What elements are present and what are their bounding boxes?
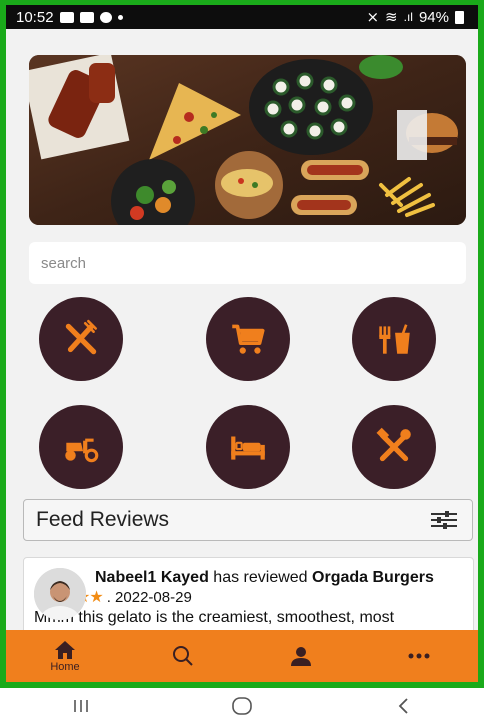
nav-profile-button[interactable] — [261, 630, 341, 682]
recent-apps-button[interactable] — [51, 691, 111, 721]
nav-home-label: Home — [50, 660, 80, 673]
link-icon — [59, 11, 74, 23]
bottom-navigation: Home — [6, 630, 478, 682]
home-circle-icon — [232, 697, 252, 715]
recents-icon — [73, 700, 88, 712]
review-meta: ★★★★★ . 2022-08-29 — [36, 587, 463, 607]
category-services-button[interactable] — [352, 405, 436, 489]
review-heading: Nabeel1 Kayed has reviewed Orgada Burger… — [95, 568, 463, 587]
category-hotels-button[interactable] — [206, 405, 290, 489]
signal-icon: .ıl — [403, 10, 413, 24]
nav-home-button[interactable]: Home — [25, 630, 105, 682]
filter-button[interactable] — [428, 508, 460, 532]
scooter-icon — [65, 438, 99, 463]
battery-icon — [455, 10, 464, 24]
battery-percent: 94% — [418, 8, 449, 26]
category-restaurants-button[interactable] — [39, 297, 123, 381]
reviewer-name[interactable]: Nabeel1 Kayed — [95, 569, 209, 586]
sliders-icon — [431, 511, 457, 529]
more-icon — [408, 653, 430, 659]
food-drink-icon — [379, 324, 410, 354]
review-action-text: has reviewed — [213, 569, 308, 586]
nav-search-button[interactable] — [143, 630, 223, 682]
bed-icon — [231, 436, 265, 460]
status-bar: 10:52 ⨯ ≋ .ıl 94% — [6, 5, 478, 29]
tools-icon — [376, 427, 411, 462]
reviewed-place[interactable]: Orgada Burgers — [312, 569, 434, 586]
app-frame: 10:52 ⨯ ≋ .ıl 94% search Feed Reviews Na… — [0, 0, 484, 688]
back-icon — [399, 698, 408, 714]
cart-icon — [232, 324, 265, 354]
wifi-icon: ≋ — [385, 9, 398, 26]
search-input[interactable] — [29, 242, 466, 284]
app-notification-icon — [99, 11, 112, 23]
status-time: 10:52 — [16, 8, 54, 26]
category-food-drinks-button[interactable] — [352, 297, 436, 381]
review-text: Mmm this gelato is the creamiest, smooth… — [34, 609, 395, 626]
system-navigation-bar — [0, 688, 484, 724]
home-system-button[interactable] — [212, 691, 272, 721]
feed-reviews-header: Feed Reviews — [23, 499, 473, 541]
image-icon — [79, 11, 94, 23]
fork-knife-icon — [65, 319, 98, 355]
review-date: . 2022-08-29 — [106, 588, 192, 606]
category-delivery-button[interactable] — [39, 405, 123, 489]
category-shopping-button[interactable] — [206, 297, 290, 381]
back-button[interactable] — [373, 691, 433, 721]
search-icon — [173, 646, 193, 666]
dot-icon — [117, 14, 123, 20]
home-icon — [55, 640, 75, 659]
person-icon — [291, 647, 311, 666]
feed-reviews-title: Feed Reviews — [36, 508, 170, 531]
mute-icon: ⨯ — [366, 9, 380, 26]
avatar[interactable] — [34, 568, 86, 620]
hero-food-image — [29, 55, 466, 225]
nav-more-button[interactable] — [379, 630, 459, 682]
